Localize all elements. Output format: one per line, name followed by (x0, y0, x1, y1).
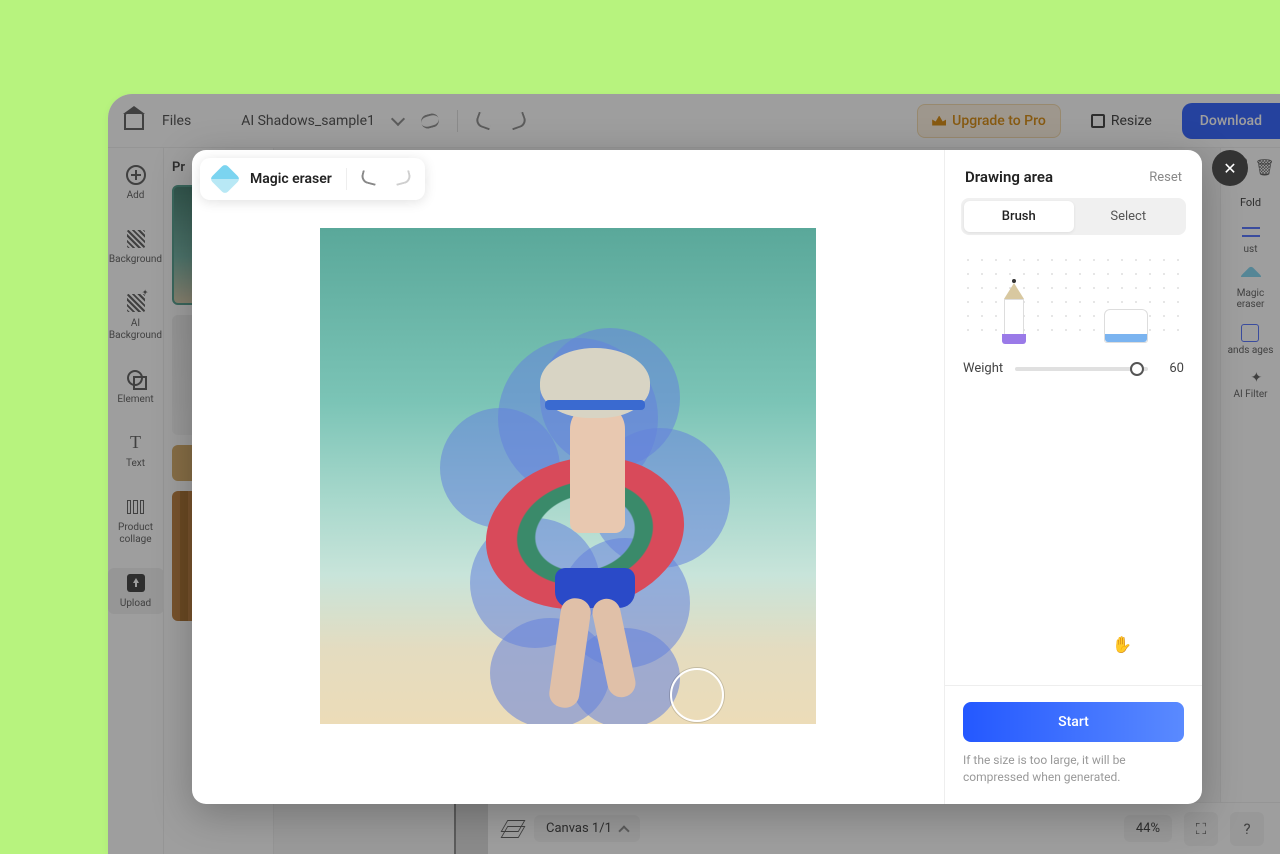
tab-select[interactable]: Select (1074, 201, 1184, 232)
pencil-tool[interactable] (999, 283, 1029, 343)
modal-canvas-pane: Magic eraser (192, 150, 944, 804)
subject-hat (540, 348, 650, 418)
weight-label: Weight (963, 361, 1003, 376)
eraser-icon (209, 163, 240, 194)
eraser-tool[interactable] (1104, 309, 1148, 343)
tool-chip: Magic eraser (200, 158, 425, 200)
hand-cursor-icon: ✋ (1112, 635, 1132, 654)
brush-cursor-icon (670, 668, 724, 722)
separator (346, 168, 347, 190)
weight-control: Weight 60 (945, 343, 1202, 376)
reset-button[interactable]: Reset (1149, 170, 1182, 185)
tab-brush[interactable]: Brush (964, 201, 1074, 232)
weight-slider[interactable] (1015, 367, 1148, 371)
magic-eraser-modal: Magic eraser Drawing area Reset (192, 150, 1202, 804)
modal-settings-pane: Drawing area Reset Brush Select Weight 6… (944, 150, 1202, 804)
redo-icon[interactable] (393, 172, 411, 186)
undo-icon[interactable] (361, 172, 379, 186)
drawing-area-title: Drawing area (965, 168, 1053, 186)
subject-body (570, 403, 625, 533)
mode-segmented-control: Brush Select (961, 198, 1186, 235)
pencil-base-icon (1002, 334, 1026, 344)
editing-canvas[interactable] (320, 228, 816, 724)
close-button[interactable]: ✕ (1212, 150, 1248, 186)
pencil-body-icon (1004, 299, 1024, 335)
slider-thumb-icon[interactable] (1130, 362, 1144, 376)
tool-picker (961, 253, 1186, 343)
weight-value: 60 (1160, 361, 1184, 376)
pencil-tip-icon (1004, 283, 1024, 299)
tool-title: Magic eraser (250, 171, 332, 187)
start-button[interactable]: Start (963, 702, 1184, 742)
footer-note: If the size is too large, it will be com… (963, 752, 1184, 786)
